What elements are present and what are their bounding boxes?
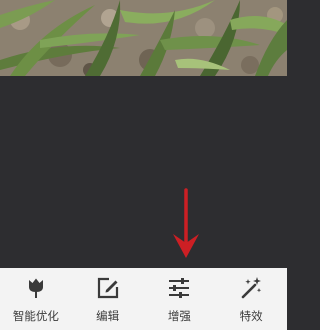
tulip-icon <box>28 278 43 298</box>
photo-preview <box>0 0 287 76</box>
enhance-button[interactable]: 增强 <box>144 268 216 330</box>
effects-button[interactable]: 特效 <box>215 268 287 330</box>
image-canvas-area <box>0 76 287 268</box>
edit-icon <box>97 277 118 299</box>
bottom-toolbar: 智能优化 编辑 增强 特效 <box>0 268 287 330</box>
arrow-down-icon <box>173 188 199 258</box>
effects-label: 特效 <box>239 309 263 323</box>
edit-button[interactable]: 编辑 <box>72 268 144 330</box>
magic-wand-icon <box>241 277 262 299</box>
smart-optimize-button[interactable]: 智能优化 <box>0 268 72 330</box>
edit-label: 编辑 <box>96 309 120 323</box>
smart-optimize-label: 智能优化 <box>12 309 59 323</box>
enhance-label: 增强 <box>167 309 191 323</box>
grass-photo-image <box>0 0 287 76</box>
sliders-icon <box>169 278 190 298</box>
